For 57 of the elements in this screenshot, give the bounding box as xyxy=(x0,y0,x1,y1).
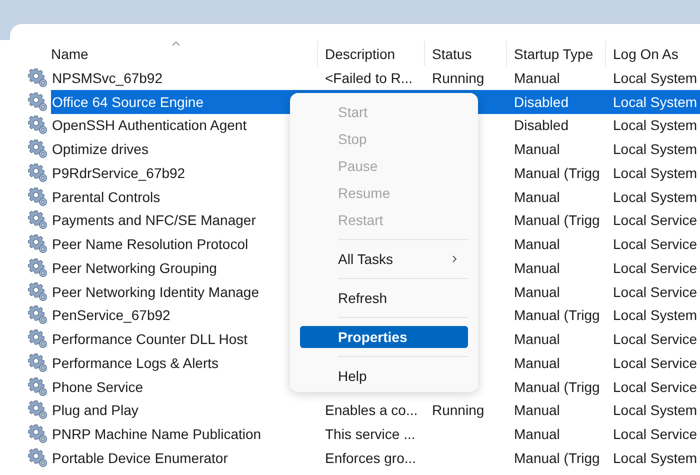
table-cell-text: Office 64 Source Engine xyxy=(51,94,205,110)
table-cell-text: This service ... xyxy=(324,426,416,442)
table-cell-text: Manual (Trigg xyxy=(513,307,601,324)
table-cell-text: NPSMSvc_67b92 xyxy=(51,70,164,86)
table-cell-text: Local System xyxy=(612,188,698,205)
table-cell-text: Peer Name Resolution Protocol xyxy=(51,236,250,252)
table-cell-text: Manual xyxy=(513,188,561,205)
table-cell-text: Local Service xyxy=(612,378,698,395)
table-cell-text: PNRP Machine Name Publication xyxy=(51,426,262,442)
table-cell-text: Disabled xyxy=(513,117,570,134)
table-cell-text: Local Service xyxy=(612,236,698,252)
table-cell-text: Payments and NFC/SE Manager xyxy=(51,212,257,228)
table-cell-text: Manual (Trigg xyxy=(513,164,601,181)
table-cell-text: Local Service xyxy=(612,212,698,228)
table-cell-text: OpenSSH Authentication Agent xyxy=(51,117,248,134)
table-cell-text: Manual xyxy=(513,236,561,252)
table-cell-text: Manual xyxy=(513,426,561,442)
table-cell-text: Disabled xyxy=(513,94,570,110)
table-cell-text: Manual xyxy=(513,354,561,371)
table-cell-text: PenService_67b92 xyxy=(51,307,172,324)
table-cell-text: Optimize drives xyxy=(51,141,150,158)
table-cell-text: Enables a co... xyxy=(324,402,419,418)
table-cell-text: Manual xyxy=(513,70,561,86)
table-cell-text: Local Service xyxy=(612,284,698,300)
table-cell-text: P9RdrService_67b92 xyxy=(51,164,186,181)
table-cell-text: Manual (Trigg xyxy=(513,212,601,228)
table-cell-text: Manual xyxy=(513,331,561,348)
table-cell-text: Local Service xyxy=(612,354,698,371)
table-cell-text: Performance Counter DLL Host xyxy=(51,331,249,348)
table-cell-text: Peer Networking Identity Manage xyxy=(51,284,260,300)
table-cell-text: Local Service xyxy=(612,331,698,348)
table-cell-text: Local System xyxy=(612,450,698,466)
table-cell-text: Manual xyxy=(513,260,561,276)
table-cell-text: Local Service xyxy=(612,426,698,442)
table-cell-text: Enforces gro... xyxy=(324,450,418,466)
table-cell-text: Manual (Trigg xyxy=(513,378,601,395)
table-cell-text: Local System xyxy=(612,402,698,418)
table-cell-text: Local System xyxy=(612,141,698,158)
table-cell-text: Manual xyxy=(513,402,561,418)
table-cell-text: Running xyxy=(431,402,486,418)
table-cell-text: Manual (Trigg xyxy=(513,450,601,466)
table-cell-text: Local Service xyxy=(612,260,698,276)
table-cell-text: Parental Controls xyxy=(51,188,162,205)
table-cell-text: Performance Logs & Alerts xyxy=(51,354,220,371)
table-cell-text: <Failed to R... xyxy=(324,70,414,86)
table-cell-text: Local System xyxy=(612,164,698,181)
table-cell-text: Portable Device Enumerator xyxy=(51,450,229,466)
table-cell-text: Manual xyxy=(513,141,561,158)
table-cell-text: Local System xyxy=(612,70,698,86)
table-cell-text: Plug and Play xyxy=(51,402,140,418)
table-cell-text: Local System xyxy=(612,94,698,110)
table-cell-text: Local System xyxy=(612,307,698,324)
table-cell-text: Local System xyxy=(612,117,698,134)
table-cell-text: Manual xyxy=(513,284,561,300)
table-cell-text: Phone Service xyxy=(51,378,144,395)
table-cell-text: Peer Networking Grouping xyxy=(51,260,218,276)
table-cell-text: Running xyxy=(431,70,486,86)
